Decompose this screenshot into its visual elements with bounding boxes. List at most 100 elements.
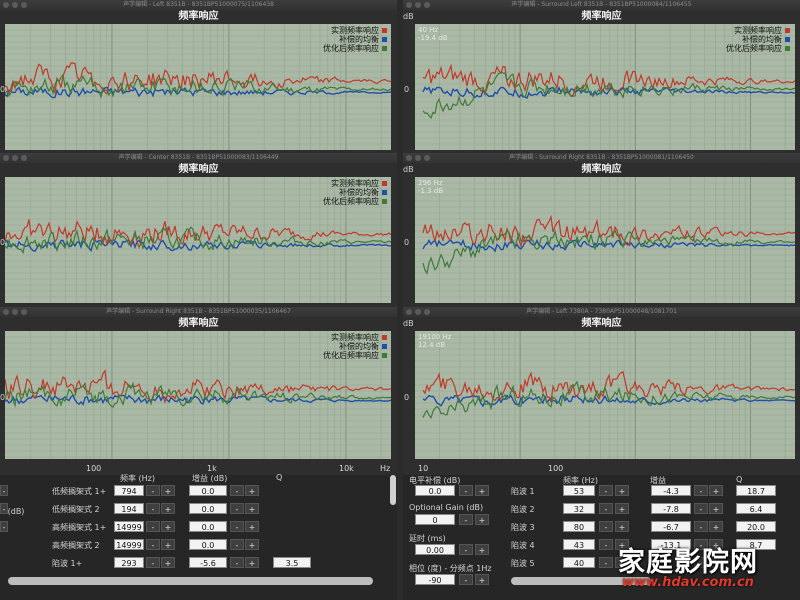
optional-gain-plus-button[interactable]: + bbox=[475, 514, 489, 525]
minimize-dot[interactable] bbox=[12, 2, 18, 8]
freq-minus-button[interactable]: - bbox=[146, 485, 160, 496]
delay-plus-button[interactable]: + bbox=[475, 544, 489, 555]
gain-field[interactable]: -5.6 bbox=[189, 557, 227, 568]
gain-plus-button[interactable]: + bbox=[245, 521, 259, 532]
freq-plus-button[interactable]: + bbox=[161, 521, 175, 532]
gain-plus-button[interactable]: + bbox=[709, 521, 723, 532]
zoom-dot[interactable] bbox=[21, 309, 27, 315]
optional-gain-field[interactable]: 0 bbox=[415, 514, 455, 525]
window-titlebar[interactable]: 声学编辑 - Surround Right 8351B - 8351BP5100… bbox=[403, 153, 800, 163]
gain-field[interactable]: -4.3 bbox=[651, 485, 691, 496]
freq-field[interactable]: 53 bbox=[563, 485, 595, 496]
gain-field[interactable]: 0.0 bbox=[189, 503, 227, 514]
minimize-dot[interactable] bbox=[415, 155, 421, 161]
freq-plus-button[interactable]: + bbox=[615, 485, 629, 496]
freq-plus-button[interactable]: + bbox=[615, 503, 629, 514]
gain-plus-button[interactable]: + bbox=[709, 503, 723, 514]
freq-minus-button[interactable]: - bbox=[599, 539, 613, 550]
window-controls[interactable] bbox=[406, 309, 430, 315]
gain-minus-button[interactable]: - bbox=[230, 539, 244, 550]
q-field[interactable]: 20.0 bbox=[736, 521, 776, 532]
gain-minus-button[interactable]: - bbox=[230, 503, 244, 514]
gain-plus-button[interactable]: + bbox=[245, 485, 259, 496]
freq-plus-button[interactable]: + bbox=[615, 521, 629, 532]
freq-plus-button[interactable]: + bbox=[161, 539, 175, 550]
close-dot[interactable] bbox=[3, 155, 9, 161]
window-controls[interactable] bbox=[3, 155, 27, 161]
level-plus-button[interactable]: + bbox=[475, 485, 489, 496]
partial-minus-button[interactable]: - bbox=[0, 503, 8, 514]
zoom-dot[interactable] bbox=[21, 2, 27, 8]
optional-gain-minus-button[interactable]: - bbox=[459, 514, 473, 525]
freq-field[interactable]: 43 bbox=[563, 539, 595, 550]
freq-plus-button[interactable]: + bbox=[161, 503, 175, 514]
freq-field[interactable]: 194 bbox=[114, 503, 144, 514]
gain-minus-button[interactable]: - bbox=[694, 521, 708, 532]
freq-minus-button[interactable]: - bbox=[599, 557, 613, 568]
minimize-dot[interactable] bbox=[415, 309, 421, 315]
close-dot[interactable] bbox=[406, 155, 412, 161]
gain-field[interactable]: 0.0 bbox=[189, 521, 227, 532]
freq-field[interactable]: 40 bbox=[563, 557, 595, 568]
freq-minus-button[interactable]: - bbox=[146, 521, 160, 532]
delay-minus-button[interactable]: - bbox=[459, 544, 473, 555]
freq-field[interactable]: 14999 bbox=[114, 521, 144, 532]
frequency-response-plot[interactable] bbox=[415, 177, 795, 303]
freq-minus-button[interactable]: - bbox=[599, 521, 613, 532]
minimize-dot[interactable] bbox=[12, 155, 18, 161]
q-field[interactable]: 6.4 bbox=[736, 503, 776, 514]
zoom-dot[interactable] bbox=[424, 155, 430, 161]
freq-minus-button[interactable]: - bbox=[146, 539, 160, 550]
window-titlebar[interactable]: 声学编辑 - Surround Right 8351B - 8351BP5100… bbox=[0, 307, 397, 317]
freq-minus-button[interactable]: - bbox=[146, 557, 160, 568]
freq-field[interactable]: 794 bbox=[114, 485, 144, 496]
close-dot[interactable] bbox=[3, 309, 9, 315]
horizontal-scrollbar[interactable] bbox=[8, 577, 373, 585]
gain-minus-button[interactable]: - bbox=[694, 485, 708, 496]
q-field[interactable]: 18.7 bbox=[736, 485, 776, 496]
minimize-dot[interactable] bbox=[12, 309, 18, 315]
window-titlebar[interactable]: 声学编辑 - Left 7380A - 7380AP51000048/10817… bbox=[403, 307, 800, 317]
close-dot[interactable] bbox=[406, 2, 412, 8]
window-controls[interactable] bbox=[406, 155, 430, 161]
close-dot[interactable] bbox=[3, 2, 9, 8]
delay-field[interactable]: 0.00 bbox=[415, 544, 455, 555]
gain-minus-button[interactable]: - bbox=[230, 521, 244, 532]
zoom-dot[interactable] bbox=[21, 155, 27, 161]
level-comp-field[interactable]: 0.0 bbox=[415, 485, 455, 496]
zoom-dot[interactable] bbox=[424, 309, 430, 315]
window-controls[interactable] bbox=[3, 2, 27, 8]
gain-plus-button[interactable]: + bbox=[245, 503, 259, 514]
freq-field[interactable]: 293 bbox=[114, 557, 144, 568]
gain-plus-button[interactable]: + bbox=[709, 485, 723, 496]
window-controls[interactable] bbox=[3, 309, 27, 315]
gain-field[interactable]: -6.7 bbox=[651, 521, 691, 532]
q-field[interactable]: 3.5 bbox=[273, 557, 311, 568]
phase-field[interactable]: -90 bbox=[415, 574, 455, 585]
window-titlebar[interactable]: 声学编辑 - Center 8351B - 8351BP51000083/110… bbox=[0, 153, 397, 163]
freq-field[interactable]: 80 bbox=[563, 521, 595, 532]
gain-plus-button[interactable]: + bbox=[245, 539, 259, 550]
freq-minus-button[interactable]: - bbox=[599, 503, 613, 514]
partial-minus-button[interactable]: - bbox=[0, 485, 8, 496]
frequency-response-plot[interactable] bbox=[415, 331, 795, 459]
freq-plus-button[interactable]: + bbox=[161, 485, 175, 496]
window-titlebar[interactable]: 声学编辑 - Surround Left 8351B - 8351BP51000… bbox=[403, 0, 800, 10]
zoom-dot[interactable] bbox=[424, 2, 430, 8]
gain-plus-button[interactable]: + bbox=[245, 557, 259, 568]
freq-field[interactable]: 14999 bbox=[114, 539, 144, 550]
window-titlebar[interactable]: 声学编辑 - Left 8351B - 8351BP51000075/11064… bbox=[0, 0, 397, 10]
level-minus-button[interactable]: - bbox=[459, 485, 473, 496]
gain-field[interactable]: 0.0 bbox=[189, 539, 227, 550]
gain-field[interactable]: -7.8 bbox=[651, 503, 691, 514]
close-dot[interactable] bbox=[406, 309, 412, 315]
partial-minus-button[interactable]: - bbox=[0, 521, 8, 532]
freq-minus-button[interactable]: - bbox=[146, 503, 160, 514]
phase-minus-button[interactable]: - bbox=[459, 574, 473, 585]
gain-field[interactable]: 0.0 bbox=[189, 485, 227, 496]
minimize-dot[interactable] bbox=[415, 2, 421, 8]
gain-minus-button[interactable]: - bbox=[230, 485, 244, 496]
window-controls[interactable] bbox=[406, 2, 430, 8]
freq-field[interactable]: 32 bbox=[563, 503, 595, 514]
vertical-scrollbar[interactable] bbox=[390, 475, 396, 505]
